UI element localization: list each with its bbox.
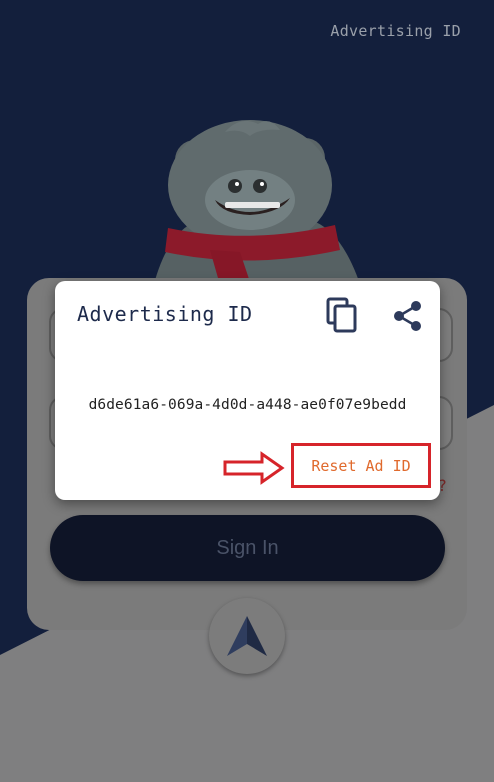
share-icon[interactable]: [391, 299, 423, 333]
dialog-title: Advertising ID: [77, 302, 253, 326]
bear-mascot-illustration: [150, 120, 365, 300]
app-logo: [209, 598, 285, 674]
arrow-right-icon: [223, 451, 285, 485]
logo-icon: [227, 616, 267, 656]
screen-title: Advertising ID: [330, 22, 461, 40]
copy-icon[interactable]: [325, 297, 359, 333]
reset-ad-id-button[interactable]: Reset Ad ID: [305, 456, 416, 476]
reset-highlight-box: Reset Ad ID: [291, 443, 431, 488]
advertising-id-value: d6de61a6-069a-4d0d-a448-ae0f07e9bedd: [88, 397, 407, 413]
sign-in-button[interactable]: Sign In: [50, 515, 445, 581]
advertising-id-dialog: Advertising ID d6de61a6-069a-4d0d-a448-a…: [55, 281, 440, 500]
